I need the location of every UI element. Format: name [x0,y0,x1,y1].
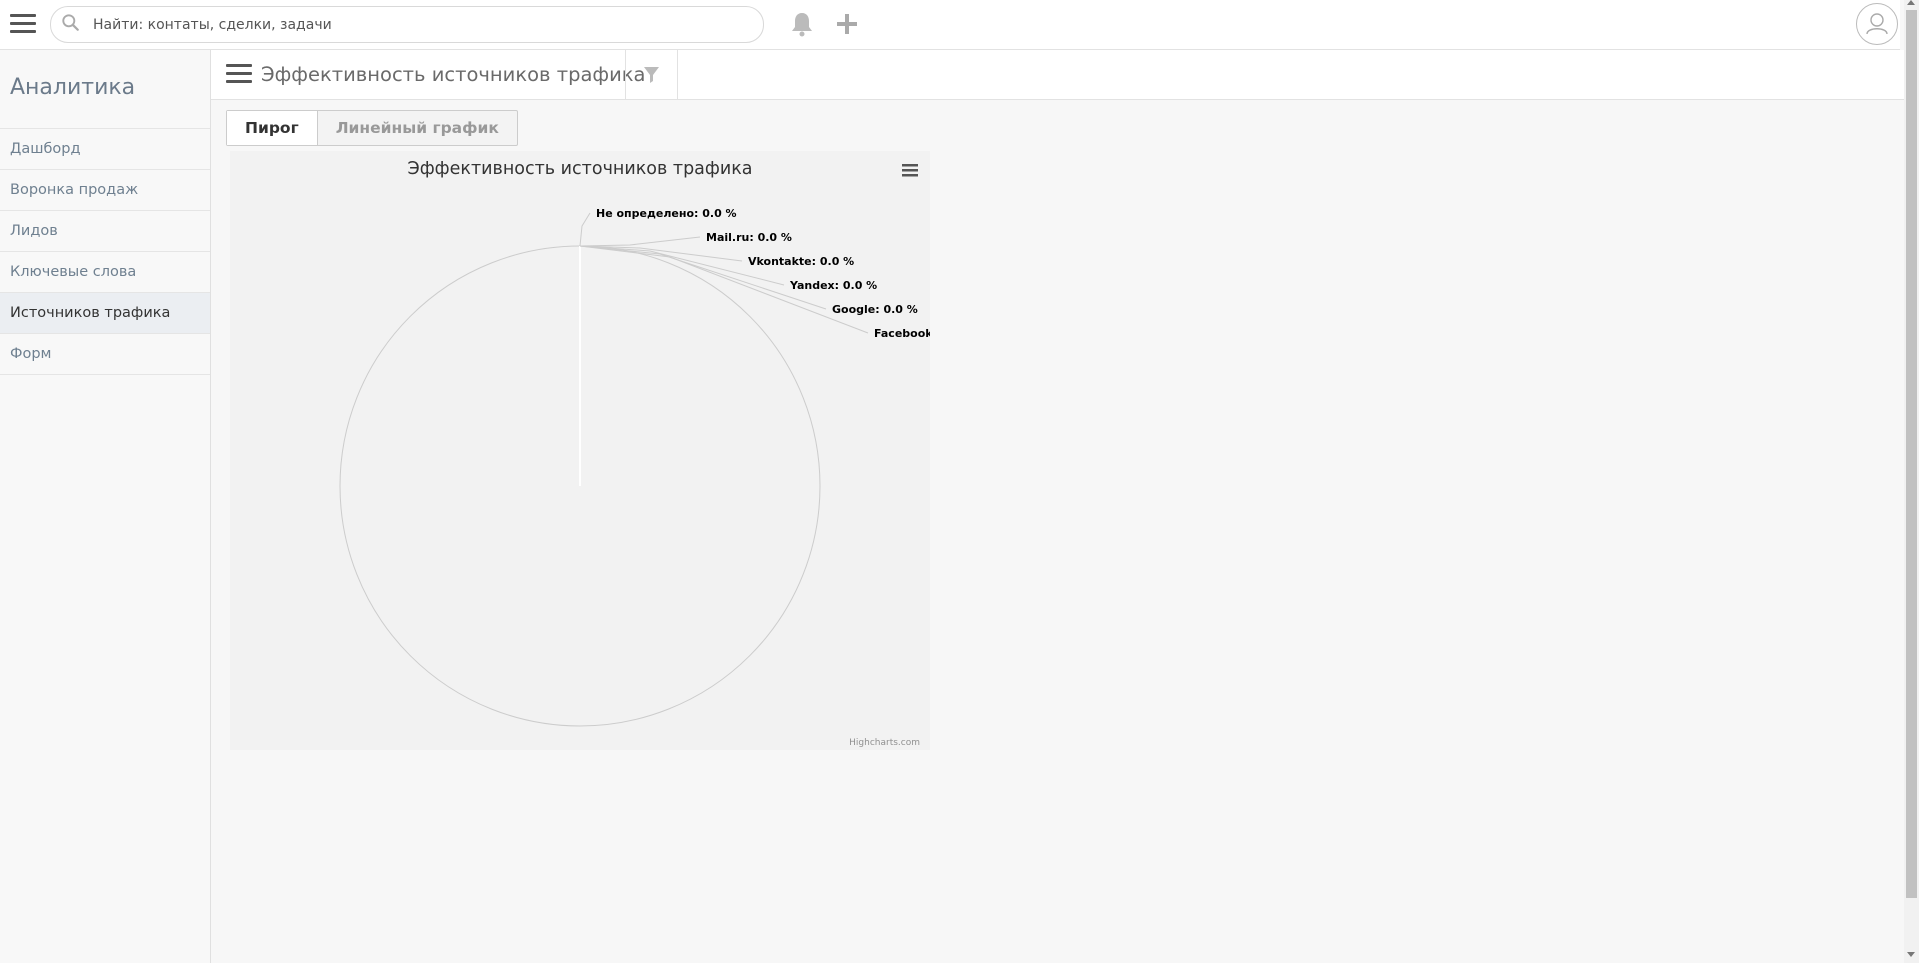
scrollbar[interactable] [1904,0,1919,963]
tab-line-chart[interactable]: Линейный график [318,111,517,145]
plus-icon[interactable] [833,10,861,38]
bell-icon[interactable] [788,10,816,38]
sidebar-item-dashboard[interactable]: Дашборд [0,129,210,170]
top-bar [0,0,1900,50]
sidebar-item-forms[interactable]: Форм [0,334,210,375]
pie-data-label: Vkontakte: 0.0 % [748,255,854,268]
filter-icon [644,67,659,83]
sidebar-nav: Дашборд Воронка продаж Лидов Ключевые сл… [0,128,210,375]
menu-icon[interactable] [226,64,252,84]
pie-data-label: Google: 0.0 % [832,303,918,316]
pie-slice-1[interactable] [579,236,701,247]
chart-credits[interactable]: Highcharts.com [849,738,920,748]
sidebar: Аналитика Дашборд Воронка продаж Лидов К… [0,50,211,963]
sidebar-title: Аналитика [10,75,136,100]
sidebar-item-keywords[interactable]: Ключевые слова [0,252,210,293]
pie-data-label: Facebook: 0.0 % [874,327,930,340]
page-header: Эффективность источников трафика [211,50,1904,100]
search-input[interactable] [91,13,735,37]
pie-group: Не определено: 0.0 % Mail.ru: 0.0 % Vkonta… [339,207,930,727]
chart-type-tabs: Пирог Линейный график [226,110,518,146]
scroll-down-arrow-icon[interactable] [1907,952,1915,957]
sidebar-item-traffic-sources[interactable]: Источников трафика [0,293,210,334]
page-title: Эффективность источников трафика [261,63,646,86]
search-icon [62,14,79,31]
filter-button[interactable] [625,50,678,99]
tab-pie[interactable]: Пирог [227,111,318,145]
pie-data-label: Yandex: 0.0 % [789,279,877,292]
pie-data-label: Mail.ru: 0.0 % [706,231,792,244]
scrollbar-thumb[interactable] [1906,10,1917,898]
chart-title: Эффективность источников трафика [407,159,752,179]
scroll-up-arrow-icon[interactable] [1907,0,1915,5]
user-avatar-icon[interactable] [1856,3,1898,45]
pie-data-label: Не определено: 0.0 % [596,207,737,220]
sidebar-item-leads[interactable]: Лидов [0,211,210,252]
pie-chart: Эффективность источников трафика Не опре… [230,151,930,750]
sidebar-item-sales-funnel[interactable]: Воронка продаж [0,170,210,211]
pie-slice-0[interactable] [579,212,591,247]
menu-icon[interactable] [10,14,36,34]
chart-menu-icon[interactable] [902,164,918,177]
chart-svg: Эффективность источников трафика Не опре… [339,159,930,748]
search-box[interactable] [50,6,764,43]
